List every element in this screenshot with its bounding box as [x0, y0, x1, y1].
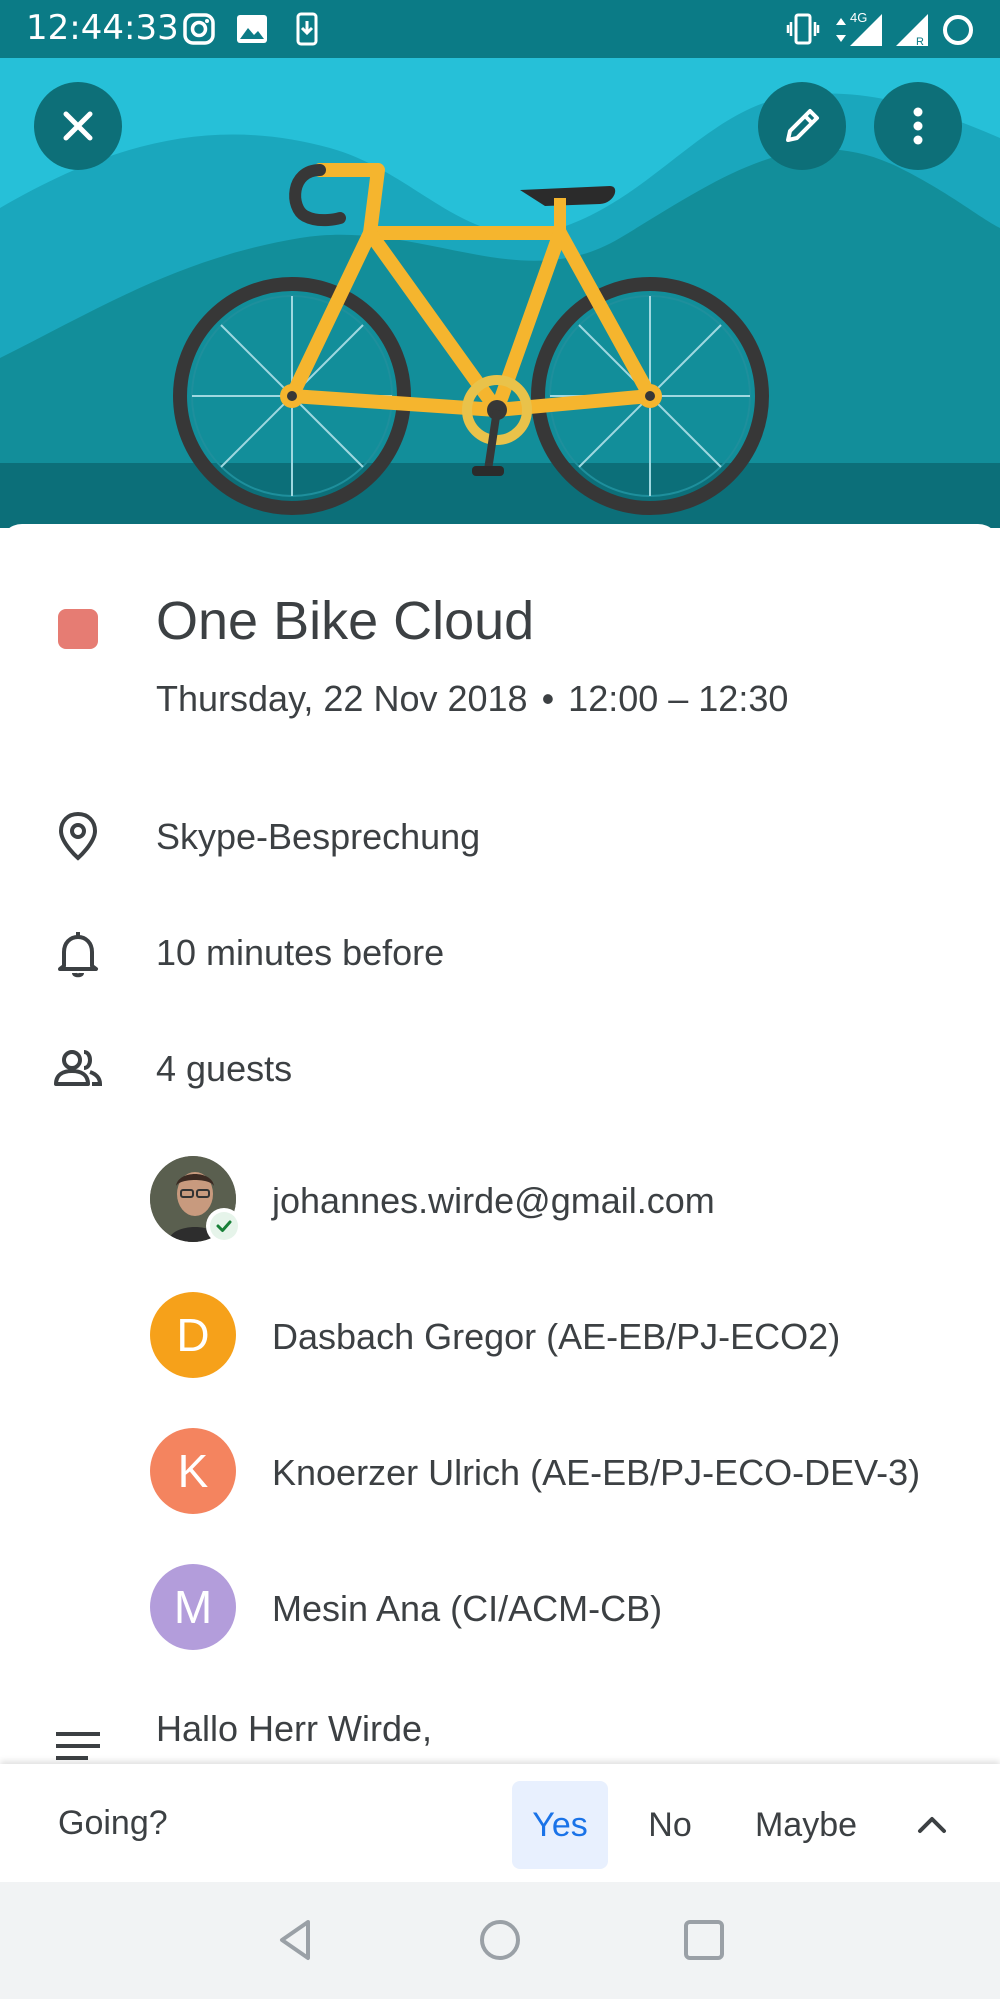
rsvp-yes-button[interactable]: Yes	[512, 1781, 608, 1869]
avatar: D	[150, 1292, 236, 1378]
home-icon[interactable]	[472, 1912, 528, 1968]
system-nav-bar	[0, 1882, 1000, 1999]
guest-name: Knoerzer Ulrich (AE-EB/PJ-ECO-DEV-3)	[272, 1452, 921, 1493]
avatar: K	[150, 1428, 236, 1514]
edit-button[interactable]	[758, 82, 846, 170]
location-pin-icon	[58, 811, 98, 861]
check-icon	[216, 1220, 232, 1232]
guests-row: 4 guests	[0, 1026, 1000, 1116]
data-arrows-icon	[836, 18, 846, 42]
close-button[interactable]	[34, 82, 122, 170]
bell-icon	[58, 932, 98, 978]
event-header	[0, 58, 1000, 528]
going-prompt: Going?	[58, 1804, 168, 1842]
event-time: 12:00 – 12:30	[568, 678, 789, 719]
location-text: Skype-Besprechung	[156, 816, 481, 857]
expand-rsvp-button[interactable]	[900, 1781, 964, 1869]
guests-count: 4 guests	[156, 1048, 293, 1089]
guest-item[interactable]: M Mesin Ana (CI/ACM-CB)	[0, 1558, 1000, 1658]
download-icon	[296, 12, 318, 46]
pencil-icon	[786, 109, 819, 142]
status-time: 12:44:33	[26, 8, 179, 48]
event-date: Thursday, 22 Nov 2018	[156, 678, 528, 719]
status-bar: 12:44:33 4G R	[0, 0, 1000, 58]
more-vert-icon	[913, 107, 923, 145]
guest-item[interactable]: johannes.wirde@gmail.com	[0, 1150, 1000, 1250]
reminder-text: 10 minutes before	[156, 932, 445, 973]
accepted-badge	[206, 1208, 242, 1244]
location-row[interactable]: Skype-Besprechung	[0, 794, 1000, 884]
event-datetime: Thursday, 22 Nov 2018 • 12:00 – 12:30	[156, 678, 788, 720]
bicycle-illustration	[0, 93, 1000, 528]
reminder-row[interactable]: 10 minutes before	[0, 910, 1000, 1000]
event-details-card: One Bike Cloud Thursday, 22 Nov 2018 • 12:…	[0, 524, 1000, 1764]
vibrate-icon	[786, 13, 820, 45]
guest-name: Dasbach Gregor (AE-EB/PJ-ECO2)	[272, 1316, 841, 1357]
close-icon	[63, 111, 93, 141]
more-options-button[interactable]	[874, 82, 962, 170]
recents-icon[interactable]	[676, 1912, 732, 1968]
rsvp-maybe-button[interactable]: Maybe	[738, 1781, 874, 1869]
instagram-icon	[183, 13, 215, 45]
guest-item[interactable]: K Knoerzer Ulrich (AE-EB/PJ-ECO-DEV-3)	[0, 1422, 1000, 1522]
rsvp-no-button[interactable]: No	[630, 1781, 710, 1869]
people-icon	[54, 1050, 103, 1086]
rsvp-bar: Going? Yes No Maybe	[0, 1764, 1000, 1882]
event-title: One Bike Cloud	[156, 591, 535, 651]
image-icon	[237, 15, 267, 43]
guest-name: johannes.wirde@gmail.com	[272, 1180, 715, 1221]
guest-item[interactable]: D Dasbach Gregor (AE-EB/PJ-ECO2)	[0, 1286, 1000, 1386]
description-text: Hallo Herr Wirde,	[156, 1708, 433, 1749]
event-color-swatch	[58, 609, 98, 649]
back-icon[interactable]	[268, 1912, 324, 1968]
signal-icon	[850, 14, 882, 46]
chevron-up-icon	[918, 1817, 946, 1833]
avatar: M	[150, 1564, 236, 1650]
battery-icon	[943, 15, 973, 45]
separator-dot: •	[541, 678, 555, 719]
signal-roaming-icon: R	[896, 14, 928, 48]
svg-text:R: R	[916, 36, 924, 48]
guest-name: Mesin Ana (CI/ACM-CB)	[272, 1588, 663, 1629]
